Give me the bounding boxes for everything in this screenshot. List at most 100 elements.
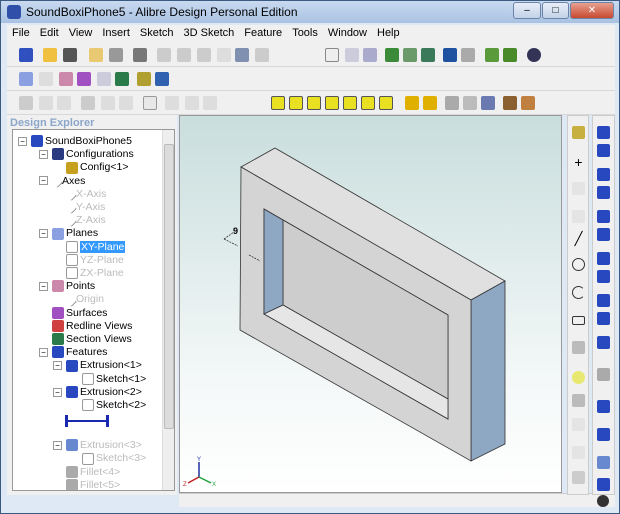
copy-icon[interactable] bbox=[177, 48, 191, 62]
tree-node[interactable]: ZX-Plane bbox=[66, 267, 124, 280]
grid-icon[interactable] bbox=[143, 96, 157, 110]
tree-node[interactable]: − Extrusion<1> bbox=[53, 359, 142, 372]
new-icon[interactable] bbox=[19, 48, 33, 62]
loft-icon[interactable] bbox=[597, 252, 610, 265]
previous-view-icon[interactable] bbox=[443, 48, 457, 62]
close-button[interactable]: ✕ bbox=[570, 2, 614, 19]
tree-node[interactable]: X-Axis bbox=[62, 186, 106, 202]
3d-viewport[interactable]: 9 Y Z X bbox=[179, 115, 562, 493]
mirror-feature-icon[interactable] bbox=[597, 478, 610, 491]
menu-feature[interactable]: Feature bbox=[239, 25, 287, 41]
tool-icon[interactable] bbox=[503, 96, 517, 110]
axis-icon[interactable] bbox=[39, 72, 53, 86]
tree-node[interactable]: YZ-Plane bbox=[66, 254, 124, 267]
menu-window[interactable]: Window bbox=[323, 25, 372, 41]
loft-cut-icon[interactable] bbox=[597, 270, 610, 283]
print-preview-icon[interactable] bbox=[109, 48, 123, 62]
collapse-toggle[interactable]: − bbox=[39, 149, 48, 159]
pan-icon[interactable] bbox=[345, 48, 359, 62]
point-icon[interactable] bbox=[59, 72, 73, 86]
table-icon[interactable] bbox=[185, 96, 199, 110]
draft-icon[interactable] bbox=[597, 428, 610, 441]
minimize-button[interactable]: – bbox=[513, 2, 541, 19]
scrollbar-thumb[interactable] bbox=[164, 144, 174, 429]
arc-icon[interactable] bbox=[572, 286, 585, 299]
zoom-window-icon[interactable] bbox=[403, 48, 417, 62]
collapse-toggle[interactable]: − bbox=[39, 176, 48, 186]
intersect-icon[interactable] bbox=[572, 418, 585, 431]
sketch-mode-icon[interactable] bbox=[485, 48, 499, 62]
view-iso-icon[interactable] bbox=[379, 96, 393, 110]
sweep-cut-icon[interactable] bbox=[597, 228, 610, 241]
surface-icon[interactable] bbox=[77, 72, 91, 86]
tree-node[interactable]: − Axes bbox=[39, 173, 85, 188]
corner-icon[interactable] bbox=[572, 446, 585, 459]
sketch-icon[interactable] bbox=[572, 126, 585, 139]
collapse-toggle[interactable]: − bbox=[53, 440, 62, 450]
menu-edit[interactable]: Edit bbox=[35, 25, 64, 41]
pattern-feature-icon[interactable] bbox=[597, 456, 610, 469]
offset-icon[interactable] bbox=[572, 394, 585, 407]
circle-icon[interactable] bbox=[572, 258, 585, 271]
shading-icon[interactable] bbox=[463, 96, 477, 110]
sketch-point-icon[interactable] bbox=[572, 371, 585, 384]
constraint-2-icon[interactable] bbox=[39, 96, 53, 110]
revolve-cut-icon[interactable] bbox=[597, 186, 610, 199]
tree-node[interactable]: − Points bbox=[39, 280, 95, 293]
collapse-toggle[interactable]: − bbox=[39, 229, 48, 239]
menu-help[interactable]: Help bbox=[372, 25, 405, 41]
rollback-marker[interactable] bbox=[65, 415, 109, 427]
tree-node[interactable]: XY-Plane bbox=[66, 240, 126, 254]
tree-node[interactable]: − Features bbox=[39, 346, 107, 359]
helix-cut-icon[interactable] bbox=[597, 312, 610, 325]
section-icon[interactable] bbox=[115, 72, 129, 86]
menu-view[interactable]: View bbox=[64, 25, 98, 41]
collapse-toggle[interactable]: − bbox=[18, 136, 27, 146]
extrude-icon[interactable] bbox=[597, 126, 610, 139]
tree-node[interactable]: Sketch<1> bbox=[82, 373, 146, 386]
tree-node[interactable]: Fillet<5> bbox=[66, 479, 120, 490]
rotate-left-icon[interactable] bbox=[405, 96, 419, 110]
trim-icon[interactable] bbox=[572, 210, 585, 223]
collapse-toggle[interactable]: − bbox=[39, 347, 48, 357]
next-view-icon[interactable] bbox=[461, 48, 475, 62]
tree-node[interactable]: − Planes bbox=[39, 227, 98, 240]
extrude-cut-icon[interactable] bbox=[597, 144, 610, 157]
tree-node[interactable]: − Extrusion<2> bbox=[53, 386, 142, 399]
redo-icon[interactable] bbox=[255, 48, 269, 62]
tree-node[interactable]: Z-Axis bbox=[62, 213, 106, 228]
tree-node[interactable]: − SoundBoxiPhone5 bbox=[18, 135, 132, 148]
revolve-icon[interactable] bbox=[597, 168, 610, 181]
shell-icon[interactable] bbox=[597, 400, 610, 413]
view-bottom-icon[interactable] bbox=[325, 96, 339, 110]
tree-node[interactable]: Origin bbox=[62, 292, 104, 307]
collapse-toggle[interactable]: − bbox=[53, 387, 62, 397]
measure-icon[interactable] bbox=[137, 72, 151, 86]
undo-icon[interactable] bbox=[235, 48, 249, 62]
spline-icon[interactable] bbox=[572, 341, 585, 354]
line-icon[interactable]: ╱ bbox=[572, 232, 585, 245]
exit-sketch-icon[interactable] bbox=[503, 48, 517, 62]
view-left-icon[interactable] bbox=[343, 96, 357, 110]
open-folder-icon[interactable] bbox=[89, 48, 103, 62]
zoom-fit-icon[interactable] bbox=[421, 48, 435, 62]
fillet-sketch-icon[interactable] bbox=[101, 96, 115, 110]
tree-node[interactable]: − Extrusion<3> bbox=[53, 439, 142, 452]
constraint-3-icon[interactable] bbox=[57, 96, 71, 110]
snap-icon[interactable] bbox=[165, 96, 179, 110]
tree-node[interactable]: Sketch<2> bbox=[82, 399, 146, 412]
delete-icon[interactable] bbox=[217, 48, 231, 62]
collapse-toggle[interactable]: − bbox=[39, 281, 48, 291]
dimension-label[interactable]: 9 bbox=[233, 226, 238, 236]
chamfer-sketch-icon[interactable] bbox=[119, 96, 133, 110]
maximize-button[interactable]: □ bbox=[542, 2, 569, 19]
sweep-icon[interactable] bbox=[597, 210, 610, 223]
tree-node[interactable]: Redline Views bbox=[52, 320, 132, 333]
globe-icon[interactable] bbox=[597, 495, 609, 507]
balance-icon[interactable] bbox=[155, 72, 169, 86]
view-back-icon[interactable] bbox=[289, 96, 303, 110]
rectangle-icon[interactable] bbox=[572, 316, 585, 325]
tree-node[interactable]: Fillet<4> bbox=[66, 466, 120, 479]
menu-file[interactable]: File bbox=[7, 25, 35, 41]
view-right-icon[interactable] bbox=[361, 96, 375, 110]
